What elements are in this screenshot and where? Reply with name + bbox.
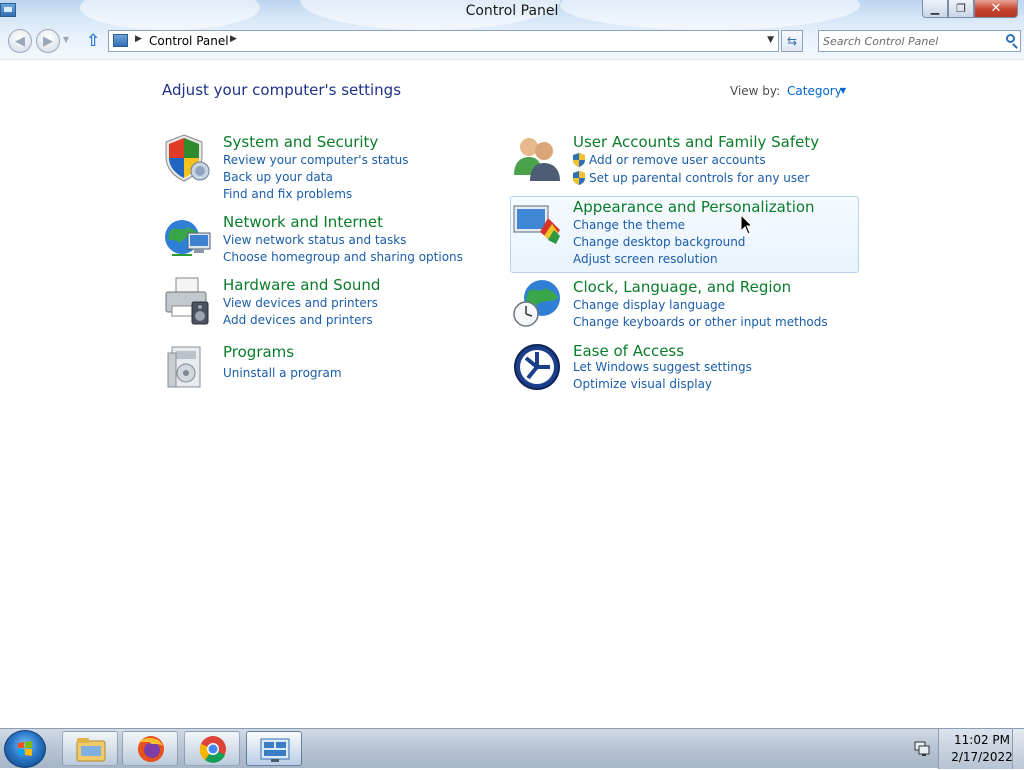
category-network-and-internet[interactable]: Network and Internet View network status… <box>162 213 463 268</box>
file-explorer-icon <box>76 738 106 762</box>
programs-icon <box>167 346 201 388</box>
shield-icon <box>165 134 210 182</box>
minimize-button[interactable]: ▁ <box>922 0 948 18</box>
recent-pages-dropdown-icon[interactable]: ▼ <box>63 35 69 44</box>
view-by-label: View by: <box>730 84 781 98</box>
breadcrumb-separator-icon[interactable]: ▶ <box>230 34 237 44</box>
windows-logo-icon <box>18 741 32 756</box>
address-bar[interactable]: ▶ Control Panel ▶ ▼ <box>108 30 779 52</box>
globe-network-icon <box>165 220 211 256</box>
category-programs[interactable]: Programs Uninstall a program <box>162 343 462 393</box>
category-title[interactable]: System and Security <box>223 133 378 151</box>
up-arrow-icon[interactable]: ⇧ <box>86 31 100 51</box>
link-back-up-data[interactable]: Back up your data <box>223 170 333 184</box>
category-title[interactable]: Ease of Access <box>573 342 684 360</box>
link-view-devices[interactable]: View devices and printers <box>223 296 378 310</box>
link-parental-controls[interactable]: Set up parental controls for any user <box>589 171 809 185</box>
mouse-cursor-icon <box>740 214 754 235</box>
firefox-icon <box>138 736 164 762</box>
uac-shield-icon <box>573 153 585 167</box>
taskbar: 11:02 PM 2/17/2022 <box>0 728 1024 769</box>
link-keyboards-input[interactable]: Change keyboards or other input methods <box>573 315 828 329</box>
category-appearance-personalization[interactable]: Appearance and Personalization Change th… <box>512 198 842 268</box>
clock-globe-icon <box>513 280 560 327</box>
address-dropdown-icon[interactable]: ▼ <box>767 35 774 45</box>
link-windows-suggest[interactable]: Let Windows suggest settings <box>573 360 752 374</box>
search-input[interactable] <box>823 33 993 49</box>
search-box[interactable] <box>818 30 1021 52</box>
ease-of-access-icon <box>514 344 560 390</box>
search-icon[interactable] <box>1006 34 1015 43</box>
back-button[interactable]: ◀ <box>8 29 32 53</box>
category-title[interactable]: Clock, Language, and Region <box>573 278 791 296</box>
link-uninstall-program[interactable]: Uninstall a program <box>223 366 342 380</box>
chevron-down-icon[interactable]: ▼ <box>840 86 846 95</box>
link-review-status[interactable]: Review your computer's status <box>223 153 409 167</box>
start-button[interactable] <box>4 730 46 768</box>
category-title[interactable]: Programs <box>223 343 294 361</box>
link-change-theme[interactable]: Change the theme <box>573 218 685 232</box>
link-desktop-background[interactable]: Change desktop background <box>573 235 745 249</box>
window-title: Control Panel <box>465 3 559 19</box>
taskbar-chrome[interactable] <box>184 731 240 766</box>
link-add-remove-accounts[interactable]: Add or remove user accounts <box>589 153 766 167</box>
category-title[interactable]: Hardware and Sound <box>223 276 380 294</box>
category-title[interactable]: Appearance and Personalization <box>573 198 815 216</box>
printer-speaker-icon <box>165 277 209 325</box>
control-panel-small-icon <box>113 34 128 47</box>
breadcrumb-control-panel[interactable]: Control Panel <box>149 34 229 48</box>
link-optimize-display[interactable]: Optimize visual display <box>573 377 712 391</box>
taskbar-control-panel[interactable] <box>246 731 302 766</box>
show-desktop-button[interactable] <box>1012 729 1024 769</box>
category-clock-language-region[interactable]: Clock, Language, and Region Change displ… <box>512 278 842 333</box>
refresh-button[interactable]: ⇆ <box>781 30 803 52</box>
forward-button[interactable]: ▶ <box>36 29 60 53</box>
chrome-divider <box>0 59 1024 60</box>
breadcrumb-separator-icon[interactable]: ▶ <box>135 34 142 44</box>
appearance-icon <box>513 205 560 244</box>
link-add-devices[interactable]: Add devices and printers <box>223 313 373 327</box>
category-title[interactable]: Network and Internet <box>223 213 383 231</box>
view-by-dropdown[interactable]: Category <box>787 84 842 98</box>
users-icon <box>514 138 560 181</box>
link-network-status[interactable]: View network status and tasks <box>223 233 406 247</box>
network-tray-icon[interactable] <box>914 741 930 756</box>
close-button[interactable]: ✕ <box>974 0 1018 18</box>
link-find-fix-problems[interactable]: Find and fix problems <box>223 187 352 201</box>
control-panel-icon <box>260 738 290 762</box>
link-screen-resolution[interactable]: Adjust screen resolution <box>573 252 718 266</box>
taskbar-file-explorer[interactable] <box>62 731 118 766</box>
category-user-accounts[interactable]: User Accounts and Family Safety Add or r… <box>512 133 842 188</box>
link-homegroup-sharing[interactable]: Choose homegroup and sharing options <box>223 250 463 264</box>
category-ease-of-access[interactable]: Ease of Access Let Windows suggest setti… <box>512 342 842 397</box>
caption-buttons: ▁ ❐ ✕ <box>922 0 1018 20</box>
chrome-icon <box>199 736 226 763</box>
category-system-and-security[interactable]: System and Security Review your computer… <box>162 133 462 203</box>
restore-button[interactable]: ❐ <box>948 0 974 18</box>
taskbar-firefox[interactable] <box>122 731 178 766</box>
page-title: Adjust your computer's settings <box>162 81 402 99</box>
link-display-language[interactable]: Change display language <box>573 298 725 312</box>
category-hardware-and-sound[interactable]: Hardware and Sound View devices and prin… <box>162 276 462 331</box>
uac-shield-icon <box>573 171 585 185</box>
category-title[interactable]: User Accounts and Family Safety <box>573 133 819 151</box>
